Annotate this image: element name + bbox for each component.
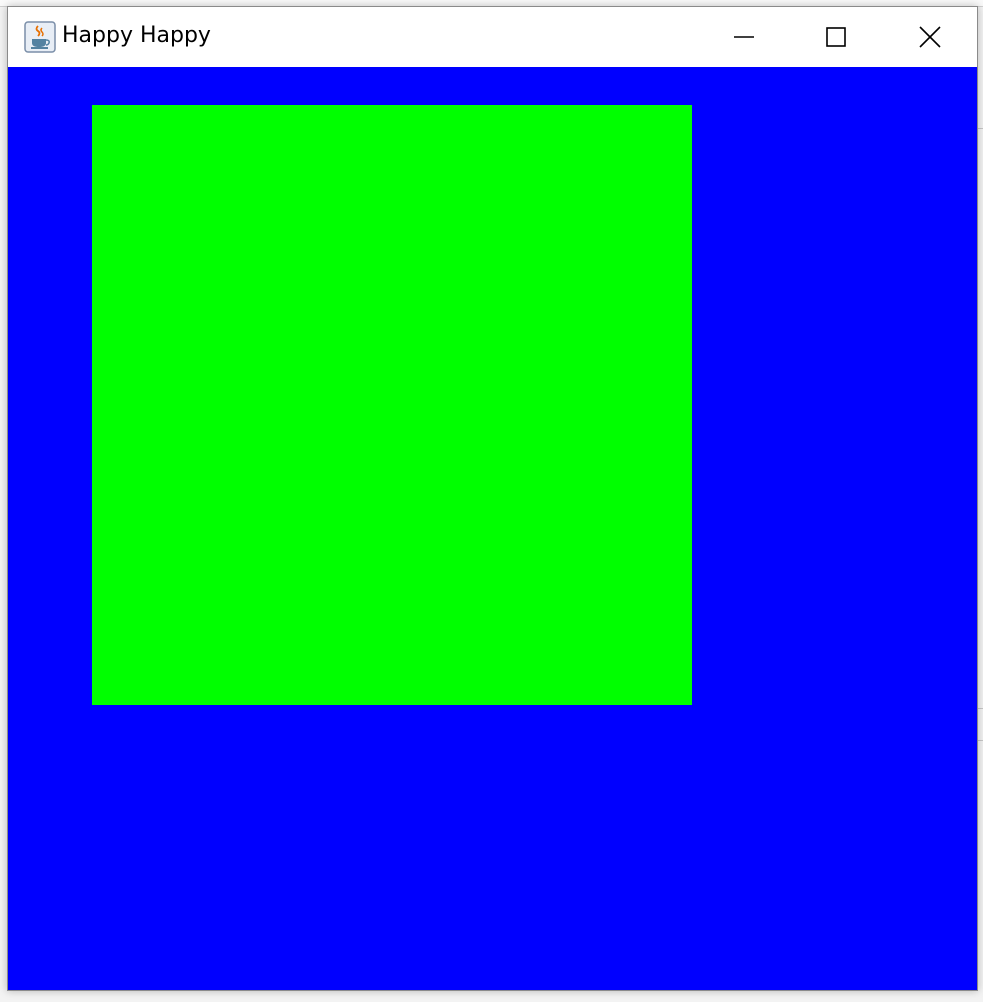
close-button[interactable]: [882, 7, 977, 67]
minimize-icon: [734, 36, 754, 38]
close-icon: [918, 26, 941, 48]
app-window: Happy Happy: [7, 6, 978, 991]
title-bar[interactable]: Happy Happy: [8, 7, 977, 67]
java-cup-icon: [24, 21, 56, 53]
maximize-icon: [826, 27, 846, 47]
minimize-button[interactable]: [698, 7, 790, 67]
green-rectangle: [92, 105, 692, 705]
maximize-button[interactable]: [790, 7, 882, 67]
drawing-canvas[interactable]: [8, 67, 977, 990]
window-title: Happy Happy: [62, 23, 211, 48]
